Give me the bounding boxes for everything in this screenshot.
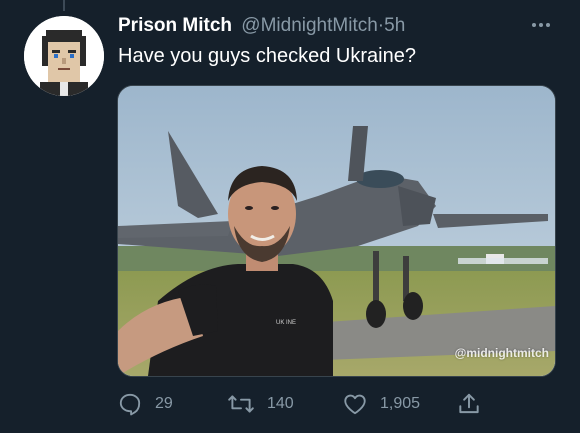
tweet-header: Prison Mitch @MidnightMitch·5h [118,14,520,38]
avatar[interactable] [24,16,104,96]
more-icon-dot [546,23,550,27]
photo-illustration: UK INE [118,86,555,376]
thread-connector-line [63,0,65,11]
tweet-timestamp[interactable]: 5h [384,15,405,36]
retweet-icon [228,395,254,413]
author-handle[interactable]: @MidnightMitch [241,15,378,36]
retweet-count: 140 [267,395,294,412]
more-icon-dot [539,23,543,27]
retweet-button[interactable]: 140 [227,390,294,418]
author-name[interactable]: Prison Mitch [118,15,232,36]
tweet-action-bar: 29 140 1,905 [117,390,554,418]
like-button[interactable]: 1,905 [342,390,420,418]
tweet-text: Have you guys checked Ukraine? [118,45,416,67]
more-icon [532,23,536,27]
avatar-image [24,16,104,96]
more-options-button[interactable] [529,18,553,32]
shirt-print-text: UK INE [276,320,296,326]
tweet-media-photo[interactable]: UK INE @midnightmitch [117,85,556,377]
like-count: 1,905 [380,395,421,412]
reply-icon [119,393,141,416]
share-button[interactable] [456,390,494,418]
share-icon [459,393,479,414]
heart-icon [344,394,366,415]
photo-watermark: @midnightmitch [454,346,549,360]
reply-count: 29 [155,395,173,412]
reply-button[interactable]: 29 [117,390,173,418]
